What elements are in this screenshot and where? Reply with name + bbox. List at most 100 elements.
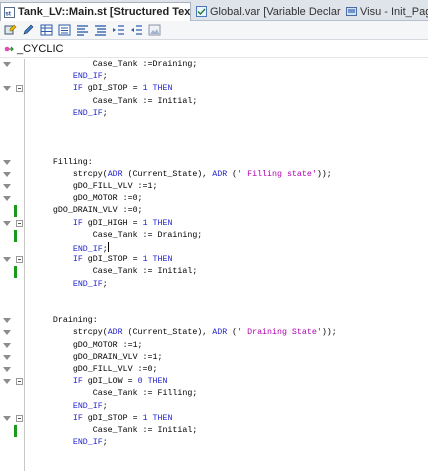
code-line[interactable]: IF gDI_STOP = 1 THEN xyxy=(0,413,428,425)
section-label: _CYCLIC xyxy=(17,42,64,55)
breakpoint-arrow-icon[interactable] xyxy=(3,330,11,336)
code-editor[interactable]: Case_Tank :=Draining; END_IF; IF gDI_STO… xyxy=(0,59,428,471)
svg-text:st: st xyxy=(5,10,12,17)
var-file-icon xyxy=(196,6,207,17)
code-line[interactable]: gDO_MOTOR :=0; xyxy=(0,193,428,205)
code-text: strcpy(ADR (Current_State), ADR (' Drain… xyxy=(33,328,337,338)
change-marker xyxy=(14,425,17,437)
code-text: END_IF; xyxy=(72,438,108,448)
code-text: Case_Tank :=Draining; xyxy=(33,60,198,69)
list-icon[interactable] xyxy=(57,24,72,37)
breakpoint-arrow-icon[interactable] xyxy=(3,415,11,421)
image-icon[interactable] xyxy=(147,24,162,37)
code-line[interactable]: strcpy(ADR (Current_State), ADR (' Filli… xyxy=(0,169,428,181)
code-line[interactable]: IF gDI_STOP = 1 THEN xyxy=(0,83,428,95)
code-line[interactable] xyxy=(0,303,428,315)
change-marker xyxy=(14,205,17,218)
tab-global-var[interactable]: Global.var [Variable Declaration] xyxy=(192,2,341,21)
comment-icon[interactable] xyxy=(93,24,108,37)
code-text: END_IF; xyxy=(72,72,108,82)
fold-toggle-icon[interactable] xyxy=(16,414,23,422)
code-line[interactable]: Draining: xyxy=(0,315,428,327)
code-text: IF gDI_LOW = 0 THEN xyxy=(72,377,168,387)
indent-icon[interactable] xyxy=(111,24,126,37)
text-caret xyxy=(107,242,109,252)
code-text: IF gDI_STOP = 1 THEN xyxy=(72,413,173,423)
breakpoint-arrow-icon[interactable] xyxy=(3,367,11,372)
st-file-icon: st xyxy=(4,6,15,18)
code-text: Draining: xyxy=(33,316,98,326)
code-line[interactable] xyxy=(0,291,428,303)
breakpoint-arrow-icon[interactable] xyxy=(3,318,11,324)
code-text: Case_Tank := Initial; xyxy=(33,96,198,106)
breakpoint-arrow-icon[interactable] xyxy=(3,220,11,226)
code-text: Filling: xyxy=(33,157,93,167)
breakpoint-arrow-icon[interactable] xyxy=(3,184,11,189)
fold-toggle-icon[interactable] xyxy=(16,256,23,264)
change-marker xyxy=(14,266,17,279)
tab-main-st[interactable]: st Tank_LV::Main.st [Structured Text] ✕ xyxy=(0,2,191,21)
section-selector[interactable]: _CYCLIC xyxy=(0,40,428,58)
code-line[interactable]: END_IF; xyxy=(0,242,428,254)
code-text: IF gDI_STOP = 1 THEN xyxy=(72,255,173,265)
code-line[interactable]: gDO_DRAIN_VLV :=0; xyxy=(0,205,428,218)
code-line[interactable]: Case_Tank := Initial; xyxy=(0,266,428,279)
code-text: IF gDI_HIGH = 1 THEN xyxy=(72,218,173,228)
breakpoint-arrow-icon[interactable] xyxy=(3,171,11,177)
pencil-icon[interactable] xyxy=(21,24,36,37)
insert-icon[interactable] xyxy=(3,24,18,37)
code-line[interactable] xyxy=(0,120,428,132)
code-text: IF gDI_STOP = 1 THEN xyxy=(72,84,173,94)
code-text: gDO_MOTOR :=0; xyxy=(33,194,143,204)
code-line[interactable]: Case_Tank := Filling; xyxy=(0,388,428,400)
code-text: END_IF; xyxy=(72,108,108,118)
code-line[interactable]: Case_Tank := Initial; xyxy=(0,96,428,108)
code-line[interactable]: gDO_DRAIN_VLV :=1; xyxy=(0,352,428,364)
fold-toggle-icon[interactable] xyxy=(16,378,23,386)
breakpoint-arrow-icon[interactable] xyxy=(3,196,11,202)
breakpoint-arrow-icon[interactable] xyxy=(3,257,11,263)
breakpoint-arrow-icon[interactable] xyxy=(3,86,11,92)
editor-tab-bar: st Tank_LV::Main.st [Structured Text] ✕ … xyxy=(0,0,428,21)
code-line[interactable]: gDO_MOTOR :=1; xyxy=(0,340,428,352)
fold-toggle-icon[interactable] xyxy=(16,85,23,93)
tab-visu-label: Visu - Init_Page [V xyxy=(360,5,428,18)
breakpoint-arrow-icon[interactable] xyxy=(3,342,11,348)
code-line[interactable]: END_IF; xyxy=(0,279,428,291)
visu-file-icon xyxy=(346,7,357,16)
code-text: END_IF; xyxy=(72,401,108,411)
tab-visu-init-page[interactable]: Visu - Init_Page [V xyxy=(342,2,428,21)
outdent-icon[interactable] xyxy=(129,24,144,37)
breakpoint-arrow-icon[interactable] xyxy=(3,159,11,165)
tab-main-st-label: Tank_LV::Main.st [Structured Text] xyxy=(18,6,191,18)
code-line[interactable]: END_IF; xyxy=(0,108,428,120)
code-line[interactable]: Case_Tank := Initial; xyxy=(0,425,428,437)
breakpoint-arrow-icon[interactable] xyxy=(3,354,11,360)
code-line[interactable]: Case_Tank := Draining; xyxy=(0,229,428,242)
align-icon[interactable] xyxy=(75,24,90,37)
code-line[interactable]: END_IF; xyxy=(0,437,428,449)
code-line[interactable] xyxy=(0,132,428,144)
code-line[interactable] xyxy=(0,144,428,156)
code-text: gDO_DRAIN_VLV :=1; xyxy=(33,352,163,362)
code-line[interactable]: IF gDI_HIGH = 1 THEN xyxy=(0,218,428,230)
breakpoint-arrow-icon[interactable] xyxy=(3,62,11,67)
code-line[interactable]: IF gDI_LOW = 0 THEN xyxy=(0,376,428,388)
code-line[interactable]: Case_Tank :=Draining; xyxy=(0,59,428,71)
code-text: Case_Tank := Initial; xyxy=(33,426,198,435)
code-line[interactable]: Filling: xyxy=(0,157,428,169)
code-text: gDO_MOTOR :=1; xyxy=(33,340,143,350)
fold-toggle-icon[interactable] xyxy=(16,219,23,227)
code-line[interactable]: IF gDI_STOP = 1 THEN xyxy=(0,254,428,266)
code-text: Case_Tank := Filling; xyxy=(33,389,198,399)
code-text: gDO_DRAIN_VLV :=0; xyxy=(33,206,143,216)
code-text: Case_Tank := Initial; xyxy=(33,267,198,277)
table-icon[interactable] xyxy=(39,24,54,37)
code-line[interactable]: gDO_FILL_VLV :=0; xyxy=(0,364,428,376)
breakpoint-arrow-icon[interactable] xyxy=(3,379,11,385)
code-line[interactable]: strcpy(ADR (Current_State), ADR (' Drain… xyxy=(0,327,428,339)
code-line[interactable]: END_IF; xyxy=(0,401,428,413)
code-line[interactable]: gDO_FILL_VLV :=1; xyxy=(0,181,428,193)
editor-toolbar xyxy=(0,21,428,40)
code-line[interactable]: END_IF; xyxy=(0,71,428,83)
